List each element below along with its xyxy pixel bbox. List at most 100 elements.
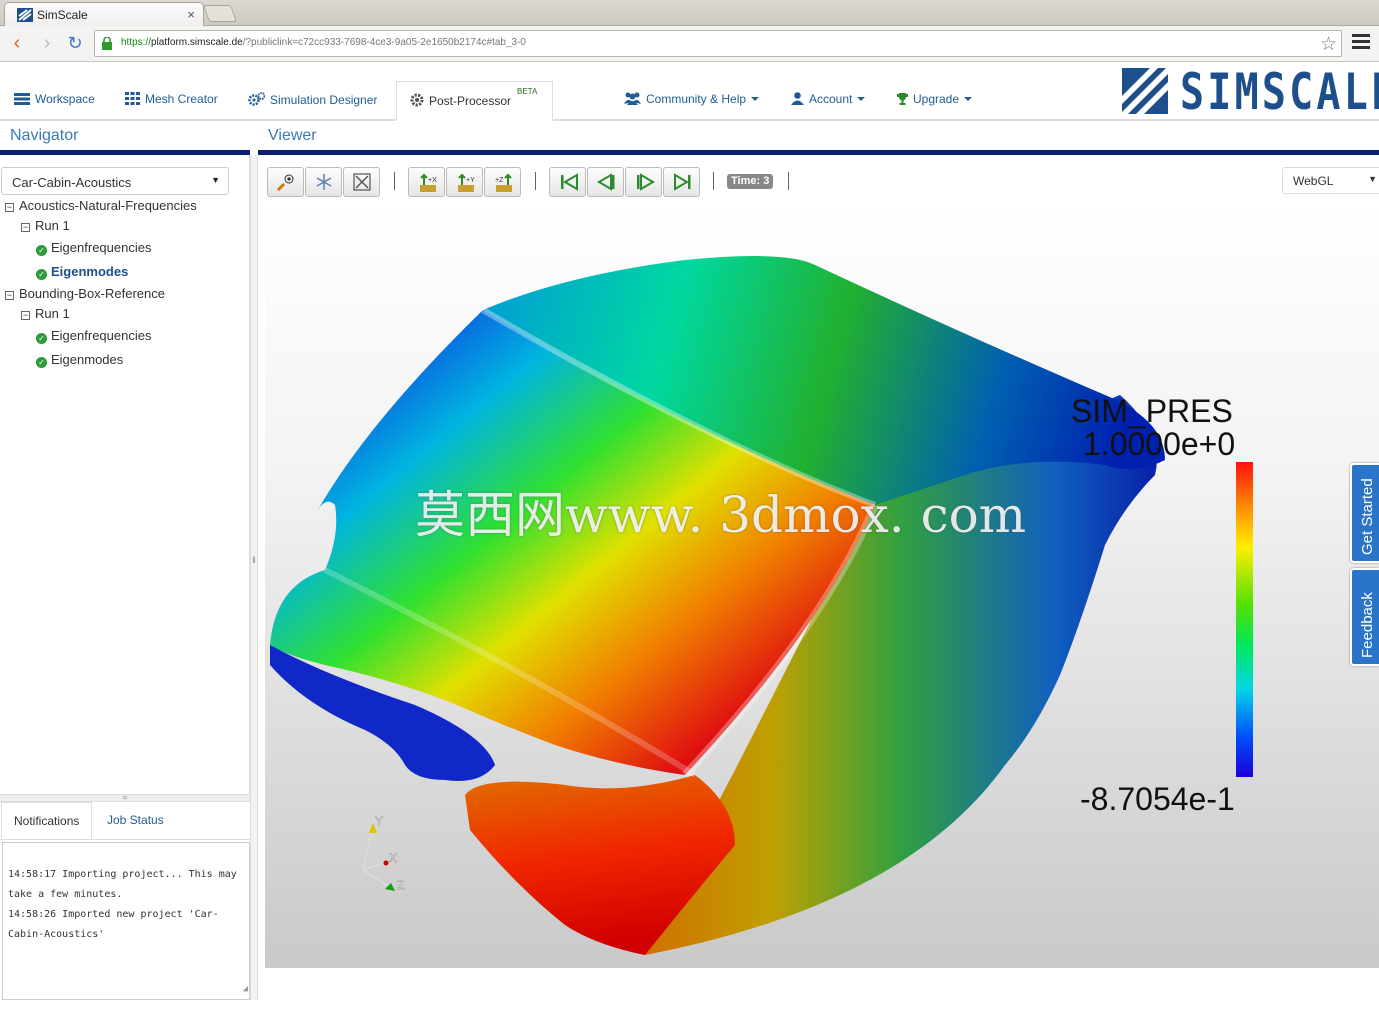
grid-icon [125,92,140,105]
bookmark-star-icon[interactable]: ☆ [1320,33,1337,56]
address-bar[interactable]: https://platform.simscale.de/?publiclink… [94,30,1342,57]
wireframe-button[interactable] [305,167,342,197]
check-circle-icon: ✓ [36,269,47,280]
check-circle-icon: ✓ [36,357,47,368]
reload-icon[interactable]: ↻ [64,33,86,55]
navigator-panel: Car-Cabin-Acoustics ▼ − Acoustics-Natural… [0,155,250,795]
url-path: /?publiclink=c72cc933-7698-4ce3-9a05-2e1… [242,37,526,48]
next-frame-button[interactable] [625,167,662,197]
renderer-select-value: WebGL [1293,174,1334,188]
collapse-icon[interactable]: − [5,291,14,300]
tree-node-acoustics-natural-frequencies[interactable]: − Acoustics-Natural-Frequencies [5,198,197,213]
url-text: https://platform.simscale.de/?publiclink… [121,37,526,48]
nav-community-help[interactable]: Community & Help [624,92,760,106]
dropdown-arrow-icon: ▼ [211,175,220,185]
nav-workspace[interactable]: Workspace [14,92,95,106]
browser-tab[interactable]: SimScale × [4,2,204,26]
nav-simulation-designer[interactable]: Simulation Designer [248,92,377,107]
feedback-tab[interactable]: Feedback [1350,568,1379,666]
chevron-down-icon [857,97,866,101]
legend-colorbar [1236,462,1253,777]
tree-node-eigenfrequencies[interactable]: ✓ Eigenfrequencies [36,328,151,344]
get-started-tab[interactable]: Get Started [1350,463,1379,563]
collapse-icon[interactable]: − [21,311,30,320]
nav-upgrade-label: Upgrade [913,92,960,106]
tree-node-run[interactable]: − Run 1 [21,218,70,233]
back-icon[interactable]: ‹ [6,33,28,55]
nav-mesh-creator[interactable]: Mesh Creator [125,92,218,106]
viewer-title: Viewer [268,127,317,144]
chevron-down-icon [751,97,760,101]
fit-view-button[interactable] [343,167,380,197]
tree-node-label: Run 1 [35,306,70,321]
project-select-value: Car-Cabin-Acoustics [12,175,132,190]
last-frame-button[interactable] [663,167,700,197]
tab-notifications[interactable]: Notifications [1,802,93,839]
tree-node-label: Bounding-Box-Reference [19,286,165,301]
check-circle-icon: ✓ [36,245,47,256]
get-started-label: Get Started [1359,478,1376,555]
first-frame-button[interactable] [549,167,586,197]
skip-first-icon [561,173,578,191]
tree-node-label: Eigenfrequencies [51,240,152,255]
tree-node-eigenfrequencies[interactable]: ✓ Eigenfrequencies [36,240,151,256]
forward-icon[interactable]: › [36,33,58,55]
feedback-label: Feedback [1359,592,1376,658]
logo-wordmark: SIMSCALE [1180,63,1379,121]
tree-node-eigenmodes-selected[interactable]: ✓ Eigenmodes [36,264,128,280]
project-select[interactable]: Car-Cabin-Acoustics ▼ [1,167,229,195]
log-entry: 14:58:26 Imported new project 'Car-Cabin… [8,909,219,940]
viewer-header: Viewer [258,121,1379,155]
beta-badge: BETA [517,87,538,96]
navigator-title: Navigator [10,127,79,144]
simscale-logo-icon [1122,68,1168,114]
browser-tabstrip: SimScale × [0,0,1379,26]
previous-frame-button[interactable] [587,167,624,197]
snowflake-icon [316,174,332,190]
tree-node-bounding-box-reference[interactable]: − Bounding-Box-Reference [5,286,165,301]
legend-min-value: -8.7054e-1 [1080,781,1235,817]
nav-upgrade[interactable]: Upgrade [897,92,973,106]
tab-post-processor-label: Post-Processor [429,94,512,108]
time-step-badge: Time: 3 [727,174,774,189]
nav-account-label: Account [809,92,853,106]
tree-node-run[interactable]: − Run 1 [21,306,70,321]
collapse-icon[interactable]: − [5,203,14,212]
vertical-splitter[interactable]: ‖ [250,155,258,1000]
tree-node-label: Eigenmodes [51,264,129,279]
renderer-select[interactable]: WebGL ▼ [1282,167,1379,194]
step-forward-icon [637,173,655,191]
tab-job-status[interactable]: Job Status [95,802,176,839]
resize-handle-icon[interactable]: ◢ [243,979,248,999]
skip-last-icon [674,173,691,191]
x-axis-view-icon: +X [420,173,437,192]
tree-node-label: Run 1 [35,218,70,233]
workspace-icon [14,93,30,105]
user-icon [791,92,804,105]
step-back-icon [597,173,615,191]
tree-node-eigenmodes[interactable]: ✓ Eigenmodes [36,352,123,368]
camera-view-button[interactable] [267,167,304,197]
simscale-favicon-icon [17,8,33,22]
tree-node-label: Eigenfrequencies [51,328,152,343]
view-x-axis-button[interactable]: +X [408,167,445,197]
check-circle-icon: ✓ [36,333,47,344]
collapse-icon[interactable]: − [21,223,30,232]
axis-label-x: X [389,851,397,865]
nav-account[interactable]: Account [791,92,866,106]
pressure-field-model [270,256,1165,955]
axis-label-z: Z [397,878,404,892]
fit-to-screen-icon [353,173,371,191]
horizontal-splitter[interactable]: = [0,794,250,802]
3d-viewport[interactable]: Y X Z 莫西网www. 3dmox. com SIM_PRES 1.0000… [265,205,1379,968]
view-z-axis-button[interactable]: +Z [484,167,521,197]
tab-post-processor[interactable]: Post-Processor BETA [396,81,553,121]
watermark-text: 莫西网www. 3dmox. com [415,486,1027,544]
view-y-axis-button[interactable]: +Y [446,167,483,197]
browser-menu-icon[interactable] [1352,34,1370,52]
close-tab-icon[interactable]: × [187,7,195,22]
new-tab-button[interactable] [202,5,238,22]
nav-workspace-label: Workspace [35,92,95,106]
eye-camera-icon [277,174,294,191]
axis-label-y: Y [375,815,383,828]
